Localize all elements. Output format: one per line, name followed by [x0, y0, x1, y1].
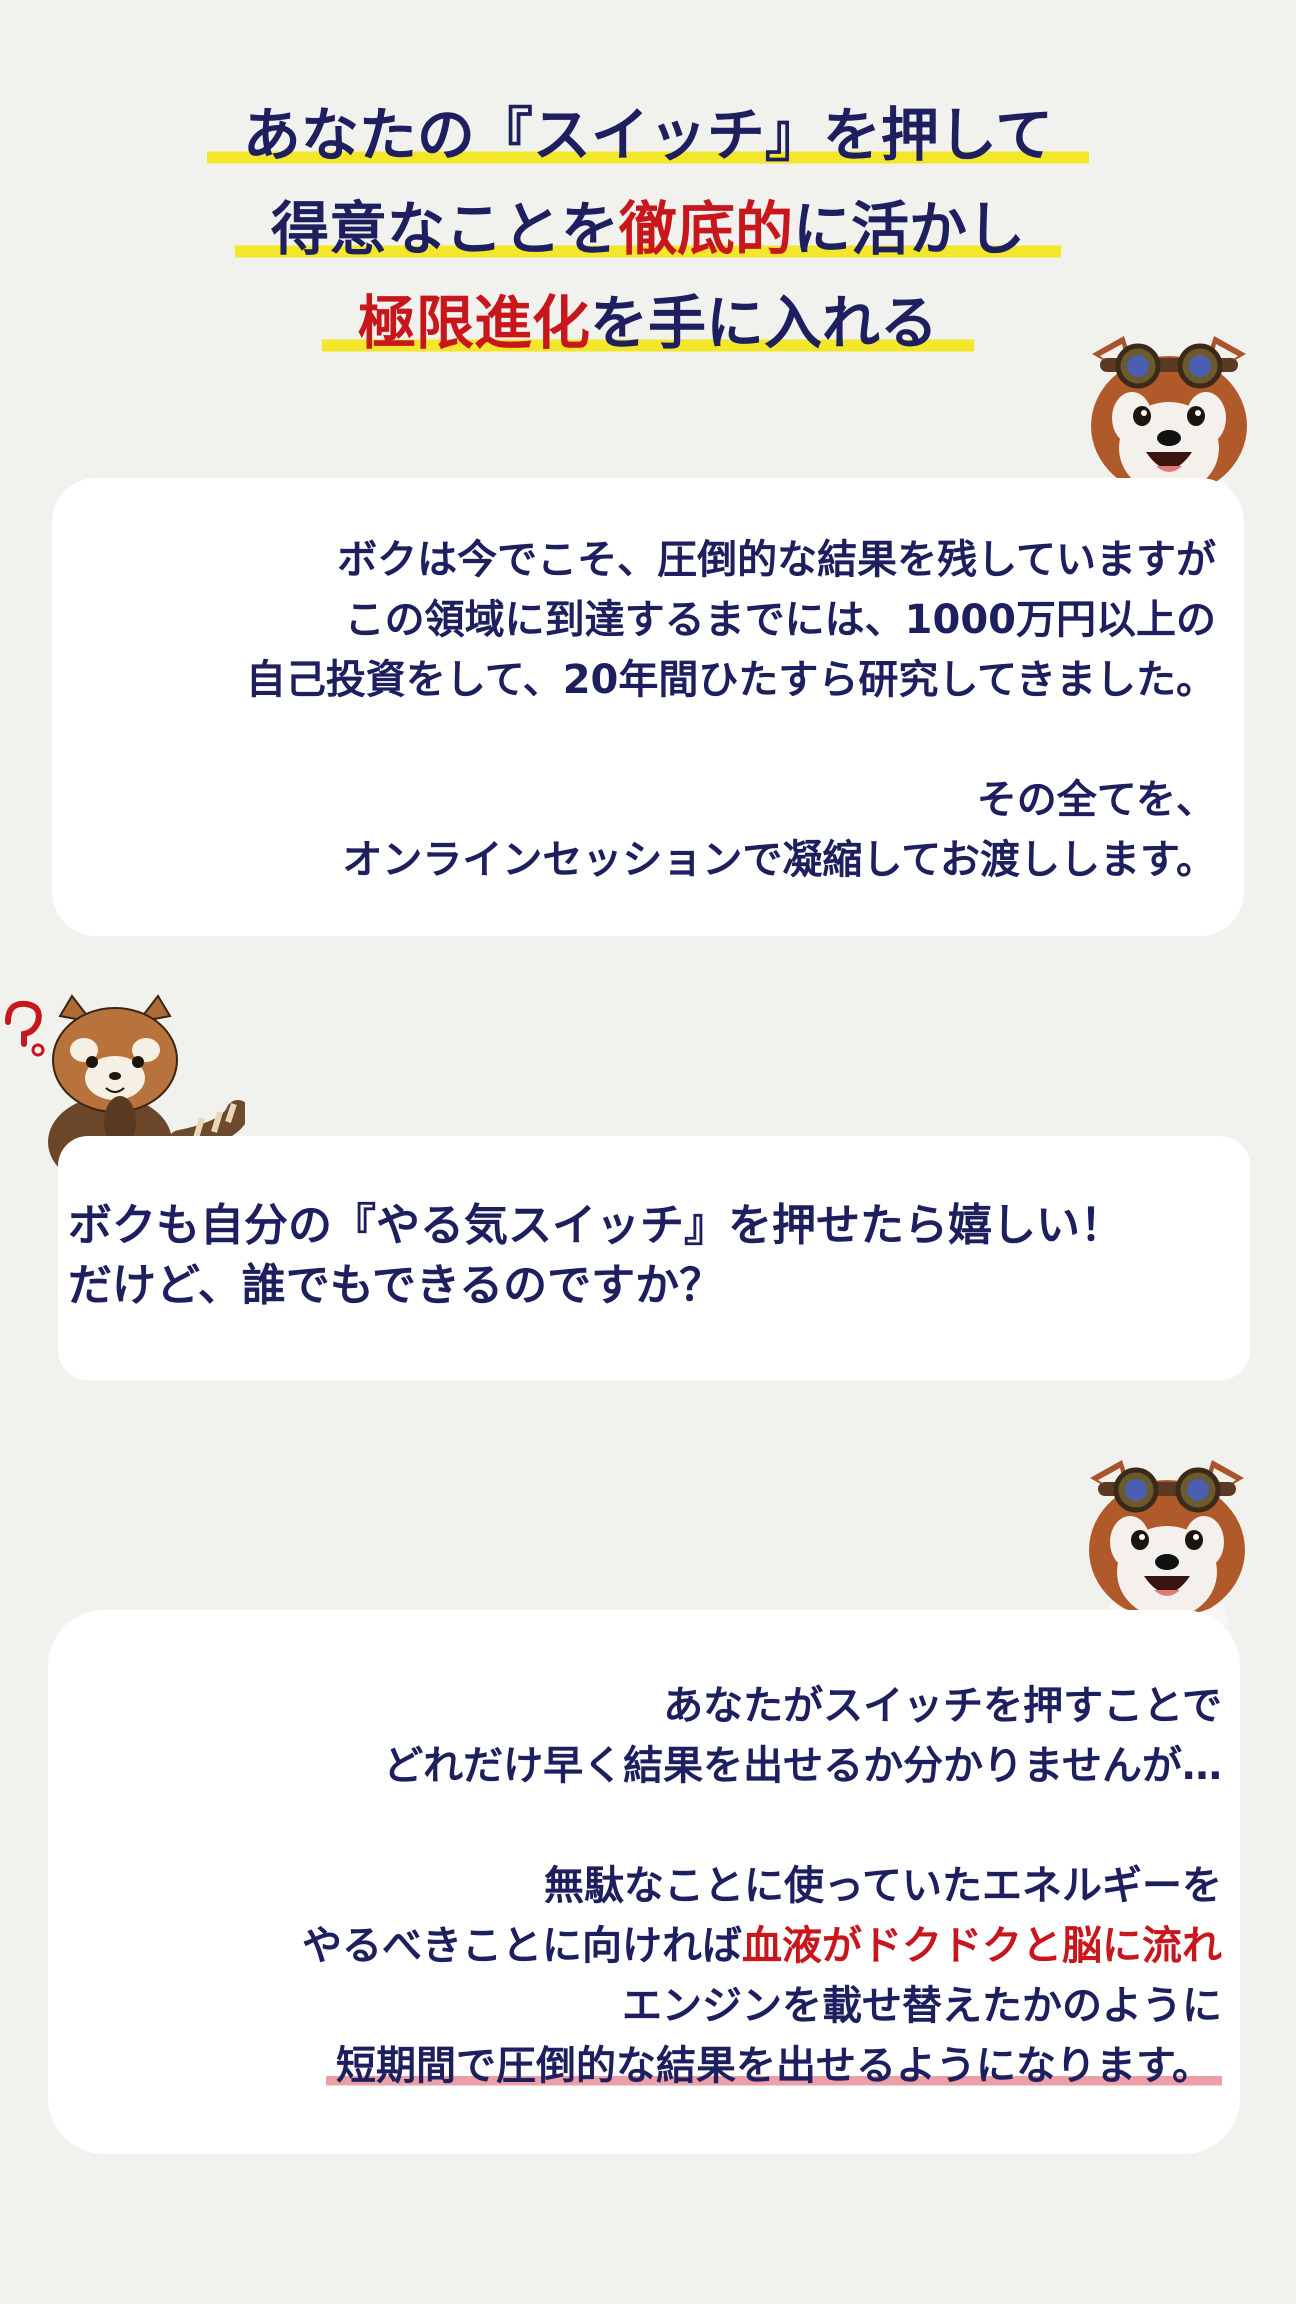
speech-bubble-mentor-answer: あなたがスイッチを押すことで どれだけ早く結果を出せるか分かりませんが… 無駄な…: [48, 1610, 1240, 2154]
headline-line-2: 得意なことを徹底的に活かし: [0, 182, 1296, 276]
bubble-text: ボクも自分の『やる気スイッチ』を押せたら嬉しい！ だけど、誰でもできるのですか？: [68, 1200, 1124, 1311]
speech-bubble-mentor-intro: ボクは今でこそ、圧倒的な結果を残していますが この領域に到達するまでには、100…: [52, 478, 1244, 936]
emphasis-text: 徹底的: [618, 195, 793, 263]
red-panda-goggles-mascot-icon: [1080, 1452, 1254, 1626]
red-panda-goggles-mascot-icon: [1082, 328, 1256, 502]
bubble-text: ボクは今でこそ、圧倒的な結果を残していますが この領域に到達するまでには、100…: [245, 537, 1216, 883]
speech-bubble-question: ボクも自分の『やる気スイッチ』を押せたら嬉しい！ だけど、誰でもできるのですか？: [58, 1136, 1250, 1380]
headline-line-1: あなたの『スイッチ』を押して: [0, 88, 1296, 182]
emphasis-text: 血液がドクドクと脳に流れ: [742, 1923, 1222, 1969]
highlighted-text: 短期間で圧倒的な結果を出せるようになります。: [326, 2043, 1222, 2089]
emphasis-text: 極限進化: [357, 289, 590, 357]
bubble-text: あなたがスイッチを押すことで どれだけ早く結果を出せるか分かりませんが… 無駄な…: [302, 1683, 1222, 2089]
